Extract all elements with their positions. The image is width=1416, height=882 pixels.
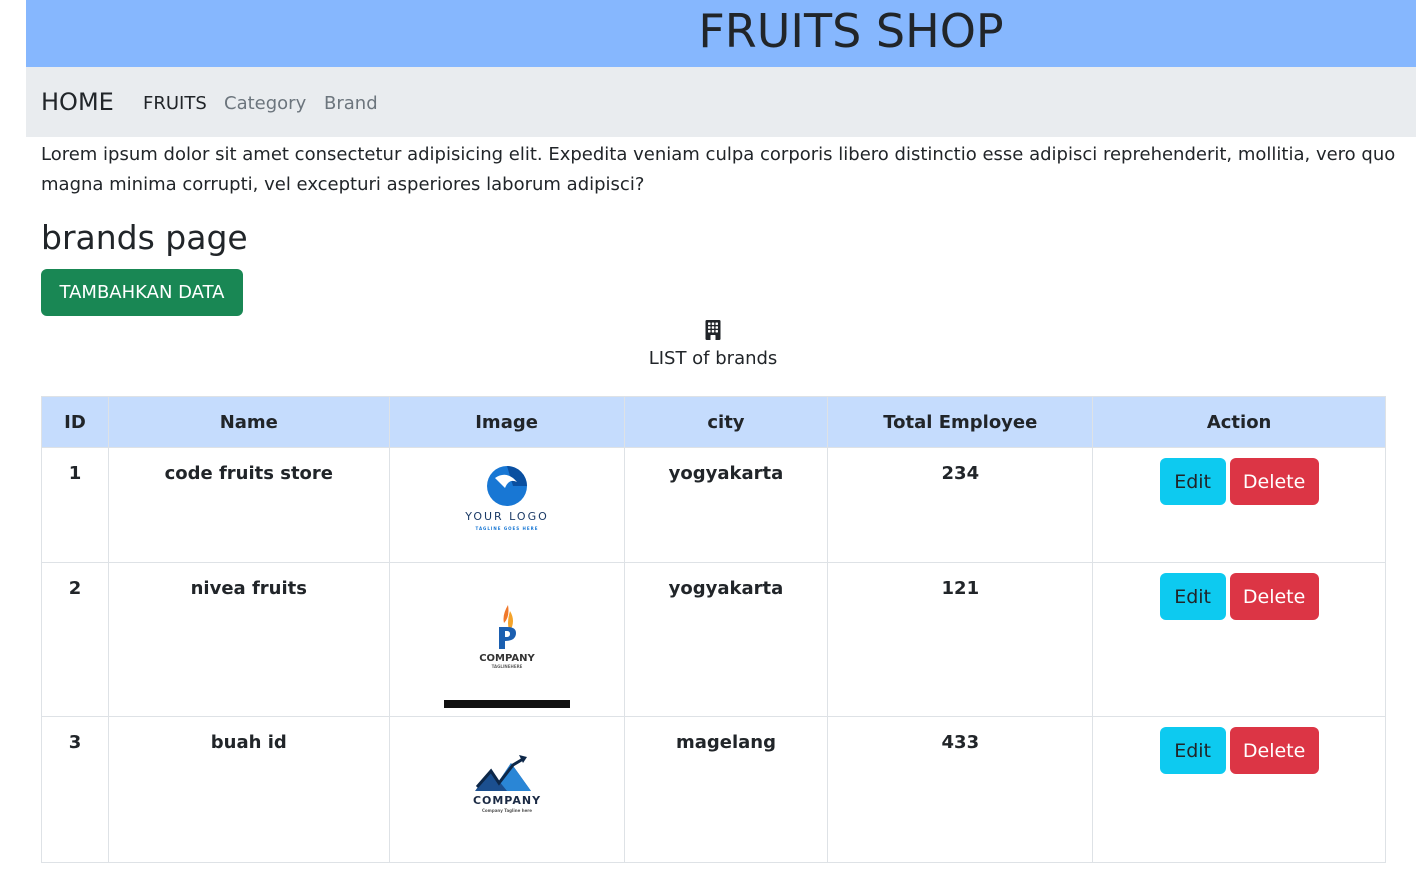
cell-actions: Edit Delete xyxy=(1092,716,1386,863)
cell-actions: Edit Delete xyxy=(1092,562,1386,717)
cell-id: 1 xyxy=(41,447,109,563)
cell-name: buah id xyxy=(107,716,390,863)
cell-actions: Edit Delete xyxy=(1092,447,1386,563)
nav-link-fruits[interactable]: FRUITS xyxy=(143,93,207,114)
edit-button[interactable]: Edit xyxy=(1159,573,1226,620)
navbar: HOME FRUITS Category Brand xyxy=(26,67,1416,137)
delete-button[interactable]: Delete xyxy=(1229,727,1319,774)
cell-city: yogyakarta xyxy=(623,447,829,563)
nav-link-brand[interactable]: Brand xyxy=(324,93,378,114)
brand-logo-image: YOUR LOGO TAGLINE GOES HERE xyxy=(464,466,549,531)
cell-city: magelang xyxy=(623,716,829,863)
add-data-button[interactable]: TAMBAHKAN DATA xyxy=(41,269,243,316)
caption-text: LIST of brands xyxy=(648,348,778,369)
delete-button[interactable]: Delete xyxy=(1229,573,1319,620)
table-row: 1 code fruits store YOUR LOGO TAGLINE GO… xyxy=(41,447,1386,563)
delete-button[interactable]: Delete xyxy=(1229,458,1319,505)
col-header-action: Action xyxy=(1092,396,1386,448)
page-title: brands page xyxy=(41,218,248,257)
table-caption: LIST of brands xyxy=(41,318,1385,369)
brands-table: ID Name Image city Total Employee Action… xyxy=(41,396,1386,863)
logo-text: COMPANY xyxy=(479,653,535,664)
table-row: 3 buah id COMPANY Company Tagline here m… xyxy=(41,716,1386,863)
logo-tagline: TAGLINE GOES HERE xyxy=(475,526,538,531)
table-header-row: ID Name Image city Total Employee Action xyxy=(41,396,1386,448)
site-header: FRUITS SHOP xyxy=(26,0,1416,67)
cell-city: yogyakarta xyxy=(623,562,829,717)
site-title: FRUITS SHOP xyxy=(698,4,1004,58)
logo-text: COMPANY xyxy=(473,794,541,807)
cell-id: 2 xyxy=(41,562,109,717)
cell-total-employee: 433 xyxy=(827,716,1094,863)
logo-tagline: TAGLINEHERE xyxy=(491,664,522,669)
brand-logo-image: COMPANY TAGLINEHERE xyxy=(443,605,570,708)
nav-link-category[interactable]: Category xyxy=(224,93,306,114)
building-icon xyxy=(705,320,721,340)
table-row: 2 nivea fruits COMPANY TAGLINEHERE yogya… xyxy=(41,562,1386,717)
cell-total-employee: 234 xyxy=(827,447,1094,563)
cell-name: nivea fruits xyxy=(107,562,390,717)
col-header-name: Name xyxy=(107,396,390,448)
cell-image: COMPANY TAGLINEHERE xyxy=(388,562,625,717)
logo-tagline: Company Tagline here xyxy=(482,808,532,813)
col-header-id: ID xyxy=(41,396,109,448)
col-header-image: Image xyxy=(388,396,625,448)
cell-id: 3 xyxy=(41,716,109,863)
cell-name: code fruits store xyxy=(107,447,390,563)
cell-total-employee: 121 xyxy=(827,562,1094,717)
edit-button[interactable]: Edit xyxy=(1159,458,1226,505)
cell-image: COMPANY Company Tagline here xyxy=(388,716,625,863)
brand-logo-image: COMPANY Company Tagline here xyxy=(473,755,541,813)
intro-text: Lorem ipsum dolor sit amet consectetur a… xyxy=(41,144,1396,195)
cell-image: YOUR LOGO TAGLINE GOES HERE xyxy=(388,447,625,563)
col-header-city: city xyxy=(623,396,829,448)
edit-button[interactable]: Edit xyxy=(1159,727,1226,774)
col-header-total-employee: Total Employee xyxy=(827,396,1094,448)
logo-text: YOUR LOGO xyxy=(464,510,549,523)
nav-home-link[interactable]: HOME xyxy=(41,88,114,116)
